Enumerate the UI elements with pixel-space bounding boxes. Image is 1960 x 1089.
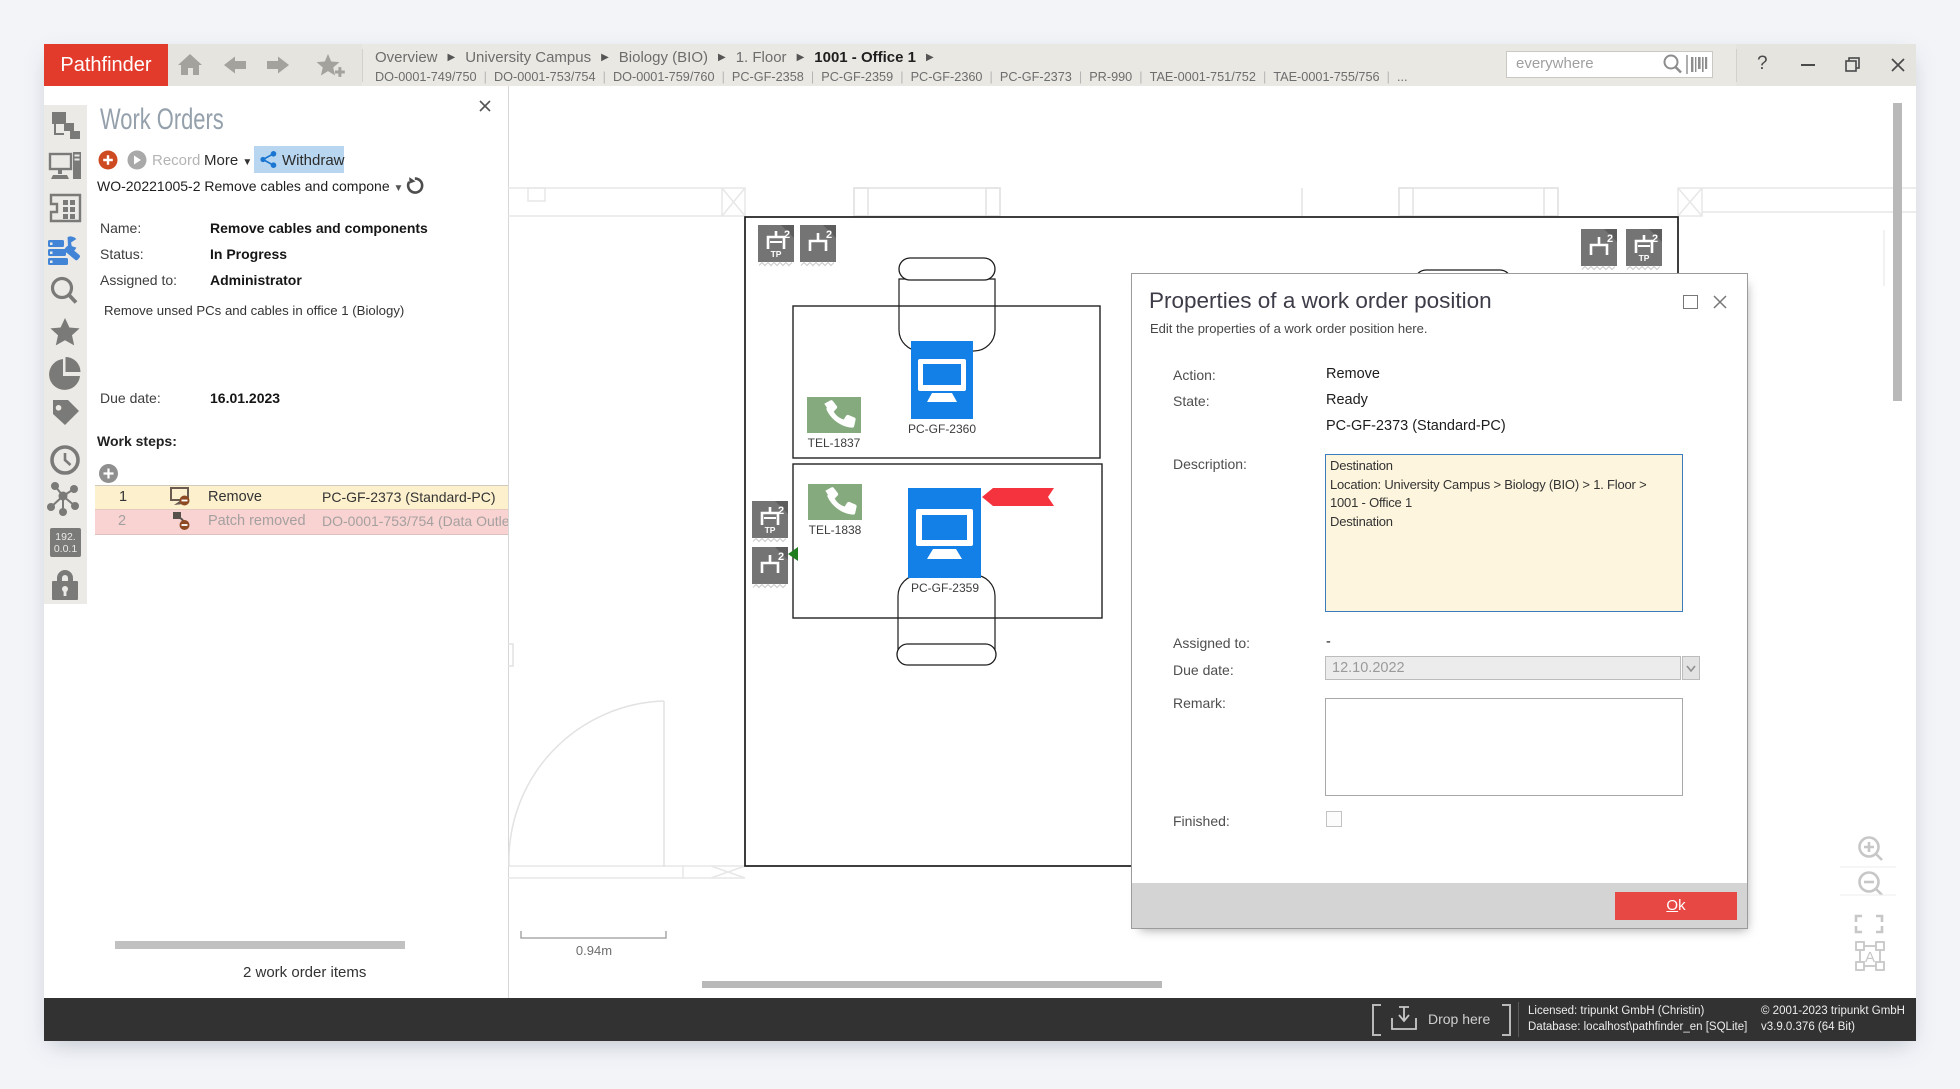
svg-text:A: A (1865, 949, 1875, 966)
svg-text:0.0.1: 0.0.1 (54, 543, 78, 555)
svg-text:TEL-1838: TEL-1838 (809, 523, 862, 537)
svg-text:TEL-1837: TEL-1837 (808, 436, 861, 450)
svg-text:192.: 192. (55, 531, 75, 543)
svg-text:PC-GF-2359: PC-GF-2359 (911, 581, 979, 595)
svg-text:PC-GF-2360: PC-GF-2360 (908, 422, 976, 436)
svg-text:0.94m: 0.94m (576, 943, 612, 958)
